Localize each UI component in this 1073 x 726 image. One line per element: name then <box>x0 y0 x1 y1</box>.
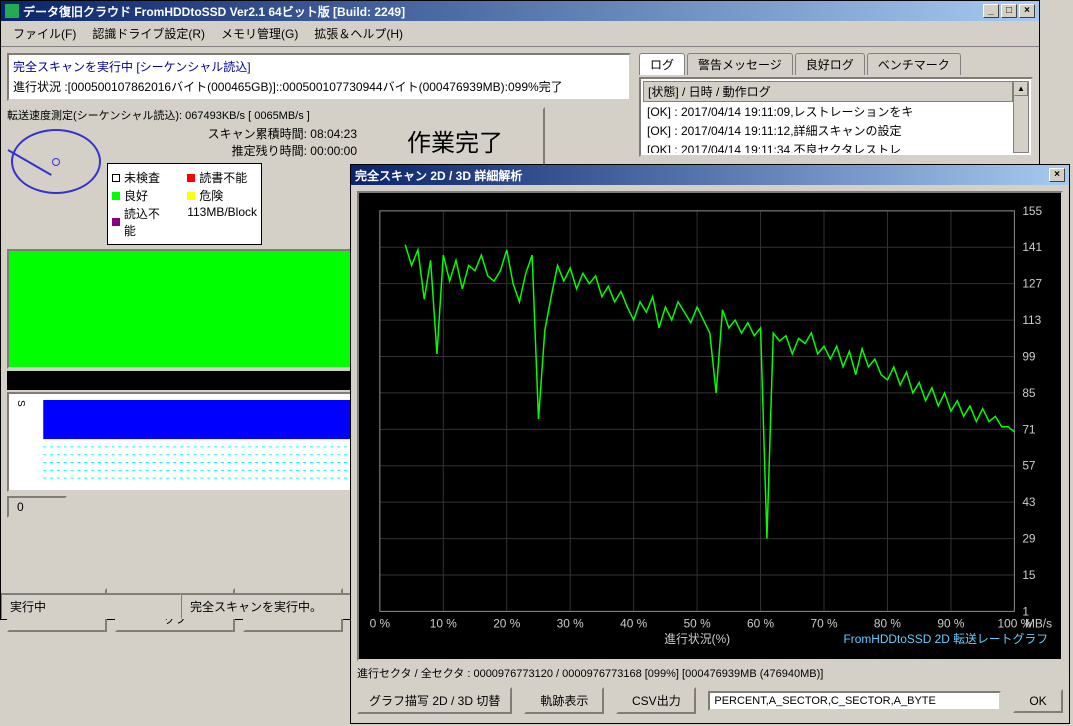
csv-button[interactable]: CSV出力 <box>616 687 696 714</box>
svg-text:MB/s: MB/s <box>1025 616 1052 630</box>
svg-text:90 %: 90 % <box>937 616 965 630</box>
log-scrollbar[interactable]: ▲ <box>1013 81 1029 153</box>
remaining-line: 推定残り時間: 00:00:00 <box>107 142 357 159</box>
disk-icon <box>11 129 101 194</box>
chart-close-button[interactable]: × <box>1049 168 1065 182</box>
menu-help[interactable]: 拡張＆ヘルプ(H) <box>306 23 411 44</box>
svg-text:99: 99 <box>1022 349 1036 363</box>
log-box: [状態] / 日時 / 動作ログ [OK] : 2017/04/14 19:11… <box>639 77 1033 157</box>
main-title: データ復旧クラウド FromHDDtoSSD Ver2.1 64ビット版 [Bu… <box>23 3 983 20</box>
maximize-button[interactable]: □ <box>1001 4 1017 18</box>
chart-svg: 1152943577185991131271411550 %10 %20 %30… <box>359 193 1061 659</box>
svg-text:50 %: 50 % <box>684 616 712 630</box>
svg-text:155: 155 <box>1022 204 1042 218</box>
chart-window: 完全スキャン 2D / 3D 詳細解析 × 115294357718599113… <box>350 164 1070 724</box>
svg-text:141: 141 <box>1022 240 1042 254</box>
log-header: [状態] / 日時 / 動作ログ <box>643 81 1013 102</box>
progress-panel: 完全スキャンを実行中 [シーケンシャル読込] 進行状況 :[0005001078… <box>7 53 631 101</box>
svg-text:43: 43 <box>1022 495 1036 509</box>
s-label: S <box>15 400 26 484</box>
svg-text:20 %: 20 % <box>493 616 521 630</box>
svg-text:113: 113 <box>1022 313 1041 327</box>
log-line: [OK] : 2017/04/14 19:11:12,詳細スキャンの設定 <box>643 121 1013 140</box>
trace-button[interactable]: 軌跡表示 <box>524 687 604 714</box>
log-tabs: ログ 警告メッセージ 良好ログ ベンチマーク <box>639 53 1033 75</box>
scroll-up-icon[interactable]: ▲ <box>1014 82 1028 96</box>
chart-titlebar[interactable]: 完全スキャン 2D / 3D 詳細解析 × <box>351 165 1069 185</box>
progress-line: 進行状況 :[000500107862016バイト(000465GB)]::00… <box>11 76 627 97</box>
menu-drive[interactable]: 認識ドライブ設定(R) <box>84 23 213 44</box>
svg-text:57: 57 <box>1022 459 1035 473</box>
svg-text:80 %: 80 % <box>874 616 902 630</box>
menu-file[interactable]: ファイル(F) <box>5 23 84 44</box>
ok-button[interactable]: OK <box>1013 689 1063 713</box>
svg-text:70 %: 70 % <box>810 616 838 630</box>
svg-text:40 %: 40 % <box>620 616 648 630</box>
speed-line: 転送速度測定(シーケンシャル読込): 067493KB/s [ 0065MB/s… <box>7 107 357 123</box>
minimize-button[interactable]: _ <box>983 4 999 18</box>
svg-text:10 %: 10 % <box>430 616 458 630</box>
svg-text:0 %: 0 % <box>370 616 391 630</box>
svg-text:127: 127 <box>1022 277 1042 291</box>
svg-text:FromHDDtoSSD 2D 転送レートグラフ: FromHDDtoSSD 2D 転送レートグラフ <box>844 632 1049 646</box>
status-running: 実行中 <box>1 594 181 619</box>
app-icon <box>5 4 19 18</box>
svg-text:85: 85 <box>1022 386 1036 400</box>
menubar: ファイル(F) 認識ドライブ設定(R) メモリ管理(G) 拡張＆ヘルプ(H) <box>1 21 1039 47</box>
tab-warn[interactable]: 警告メッセージ <box>687 53 793 75</box>
svg-text:71: 71 <box>1022 422 1036 436</box>
scan-header: 完全スキャンを実行中 [シーケンシャル読込] <box>11 57 253 76</box>
tab-good[interactable]: 良好ログ <box>795 53 865 75</box>
zero-counter: 0 <box>7 496 67 518</box>
main-titlebar[interactable]: データ復旧クラウド FromHDDtoSSD Ver2.1 64ビット版 [Bu… <box>1 1 1039 21</box>
close-button[interactable]: × <box>1019 4 1035 18</box>
graph-toggle-button[interactable]: グラフ描写 2D / 3D 切替 <box>357 687 512 714</box>
svg-text:29: 29 <box>1022 532 1036 546</box>
elapsed-line: スキャン累積時間: 08:04:23 <box>107 125 357 142</box>
legend-box: 未検査 良好 読込不能 読書不能 危険 113MB/Block <box>107 163 262 245</box>
sector-info: 進行セクタ / 全セクタ : 0000976773120 / 000097677… <box>357 665 1063 681</box>
tab-log[interactable]: ログ <box>639 53 685 75</box>
tab-bench[interactable]: ベンチマーク <box>867 53 961 75</box>
log-line: [OK] : 2017/04/14 19:11:34,不良セクタレストレ <box>643 140 1013 153</box>
log-line: [OK] : 2017/04/14 19:11:09,レストレーションをキ <box>643 102 1013 121</box>
svg-text:進行状況(%): 進行状況(%) <box>664 632 730 646</box>
chart-title: 完全スキャン 2D / 3D 詳細解析 <box>355 167 1049 184</box>
menu-memory[interactable]: メモリ管理(G) <box>213 23 306 44</box>
chart-area: 1152943577185991131271411550 %10 %20 %30… <box>357 191 1063 661</box>
svg-text:15: 15 <box>1022 568 1036 582</box>
formula-field[interactable]: PERCENT,A_SECTOR,C_SECTOR,A_BYTE <box>708 691 1001 711</box>
svg-text:30 %: 30 % <box>557 616 585 630</box>
svg-text:60 %: 60 % <box>747 616 775 630</box>
